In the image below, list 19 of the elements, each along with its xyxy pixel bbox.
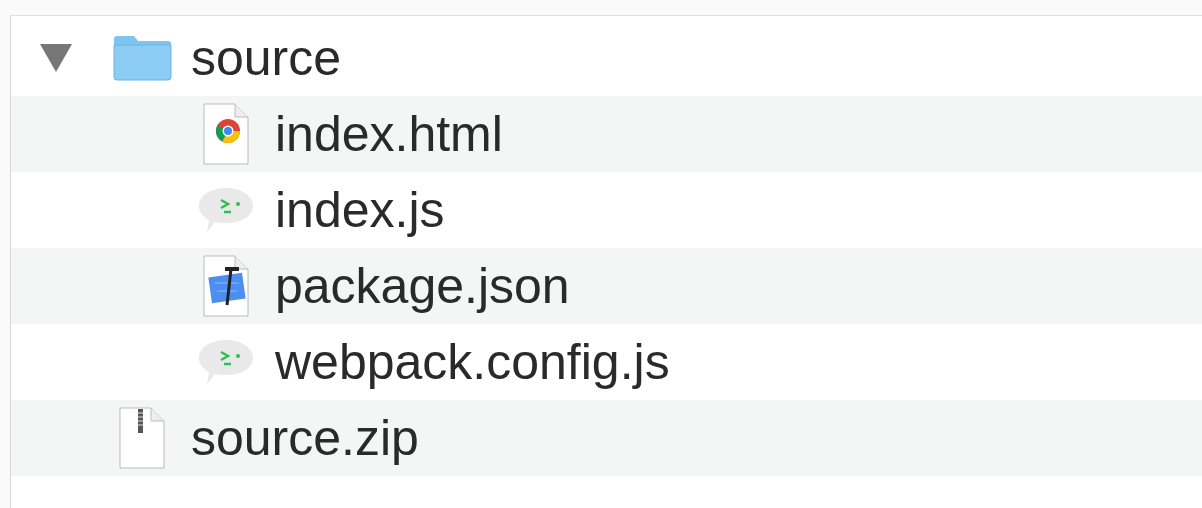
file-name: source.zip (191, 413, 419, 463)
zip-document-icon (119, 407, 165, 469)
file-row[interactable]: source (11, 20, 1202, 96)
file-name: webpack.config.js (275, 337, 670, 387)
file-name: index.js (275, 185, 445, 235)
blueprint-document-icon (203, 255, 249, 317)
file-row[interactable]: package.json (11, 248, 1202, 324)
file-name: package.json (275, 261, 570, 311)
file-name: source (191, 33, 342, 83)
speech-bubble-icon (198, 186, 254, 234)
file-name: index.html (275, 109, 503, 159)
disclosure-triangle-icon[interactable] (40, 44, 72, 72)
file-row[interactable]: webpack.config.js (11, 324, 1202, 400)
file-row[interactable]: index.js (11, 172, 1202, 248)
file-row[interactable]: index.html (11, 96, 1202, 172)
speech-bubble-icon (198, 338, 254, 386)
browser-document-icon (203, 103, 249, 165)
folder-icon (112, 35, 172, 81)
file-row[interactable]: source.zip (11, 400, 1202, 476)
